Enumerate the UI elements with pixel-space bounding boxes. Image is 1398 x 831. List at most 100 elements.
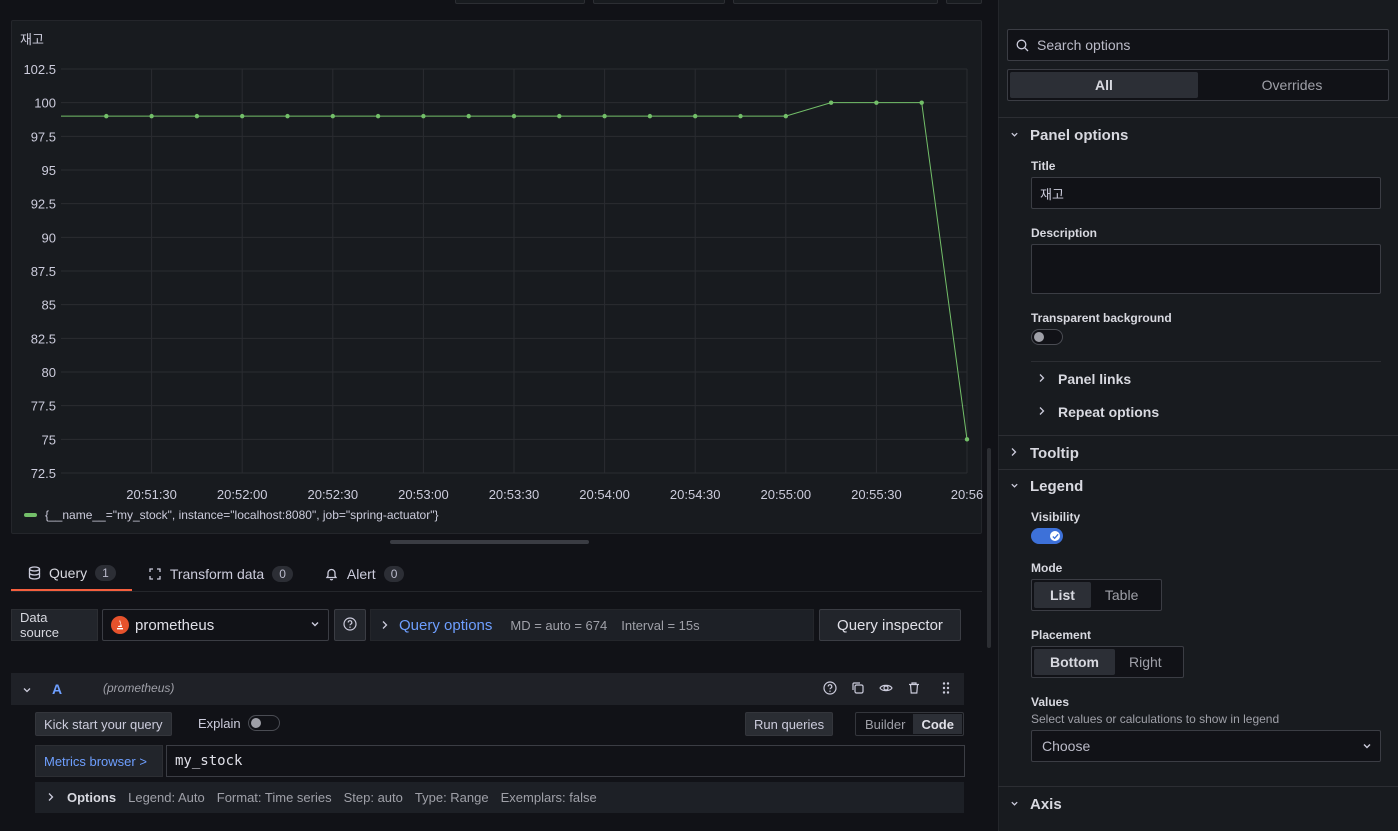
trash-icon[interactable]	[907, 681, 921, 700]
prometheus-logo-icon	[111, 616, 129, 634]
transparent-background-toggle[interactable]	[1031, 329, 1063, 345]
x-tick-label: 20:56	[951, 487, 983, 501]
data-point[interactable]	[330, 113, 335, 119]
placement-bottom-option[interactable]: Bottom	[1034, 649, 1115, 675]
query-ref-id[interactable]: A	[52, 681, 62, 697]
tab-alert[interactable]: Alert 0	[309, 556, 420, 592]
toolbar-fragment[interactable]	[946, 0, 982, 4]
kick-start-query-button[interactable]: Kick start your query	[35, 712, 172, 736]
metrics-browser-button[interactable]: Metrics browser >	[35, 745, 163, 777]
search-options-input[interactable]: Search options	[1007, 29, 1389, 61]
section-title: Axis	[1030, 796, 1062, 813]
y-tick-label: 75	[42, 432, 56, 447]
data-point[interactable]	[874, 100, 879, 105]
legend-header[interactable]: Legend	[1010, 478, 1083, 495]
option-format: Format: Time series	[216, 790, 332, 805]
data-point[interactable]	[693, 113, 698, 119]
search-placeholder: Search options	[1037, 37, 1131, 53]
data-point[interactable]	[375, 113, 381, 119]
data-point[interactable]	[285, 113, 290, 119]
chevron-down-icon[interactable]	[22, 682, 32, 700]
data-point[interactable]	[783, 113, 788, 119]
data-point[interactable]	[240, 113, 245, 119]
axis-header[interactable]: Axis	[1010, 796, 1062, 813]
chevron-right-icon	[47, 790, 55, 805]
data-point[interactable]	[194, 113, 200, 119]
mode-table-option[interactable]: Table	[1091, 582, 1152, 608]
builder-mode-option[interactable]: Builder	[857, 714, 913, 734]
drag-handle-icon[interactable]	[941, 681, 951, 700]
section-title: Legend	[1030, 478, 1084, 495]
placement-label: Placement	[1031, 628, 1092, 642]
duplicate-icon[interactable]	[851, 681, 865, 700]
code-mode-option[interactable]: Code	[913, 714, 962, 734]
query-inspector-button[interactable]: Query inspector	[819, 609, 961, 641]
repeat-options-header[interactable]: Repeat options	[1038, 404, 1159, 420]
panel-links-header[interactable]: Panel links	[1038, 371, 1131, 387]
all-options-tab[interactable]: All	[1010, 72, 1198, 98]
chevron-down-icon	[310, 619, 320, 632]
transparent-background-label: Transparent background	[1031, 311, 1172, 325]
description-textarea[interactable]	[1031, 244, 1381, 294]
query-options-bar[interactable]: Query options MD = auto = 674 Interval =…	[370, 609, 814, 641]
tab-label: Transform data	[169, 566, 265, 582]
chart-legend[interactable]: {__name__="my_stock", instance="localhos…	[24, 508, 438, 522]
data-point[interactable]	[511, 113, 517, 119]
explain-label: Explain	[198, 716, 241, 731]
data-point[interactable]	[828, 100, 834, 105]
option-exemplars: Exemplars: false	[500, 790, 597, 805]
y-tick-label: 85	[42, 298, 56, 313]
data-point[interactable]	[149, 113, 154, 119]
data-point[interactable]	[738, 113, 743, 119]
query-row-header[interactable]: A (prometheus)	[11, 673, 964, 705]
x-tick-label: 20:55:30	[851, 487, 902, 501]
help-icon	[343, 616, 357, 634]
data-point[interactable]	[964, 437, 970, 442]
visibility-label: Visibility	[1031, 510, 1081, 524]
data-source-picker[interactable]: prometheus	[102, 609, 329, 641]
data-point[interactable]	[647, 113, 653, 119]
divider	[998, 117, 1398, 118]
data-source-value: prometheus	[135, 616, 215, 634]
toolbar-fragment[interactable]	[593, 0, 725, 4]
title-input[interactable]: 재고	[1031, 177, 1381, 209]
query-options-row[interactable]: Options Legend: Auto Format: Time series…	[35, 782, 964, 813]
data-point[interactable]	[557, 113, 562, 119]
toolbar-fragment[interactable]	[733, 0, 938, 4]
data-source-help-button[interactable]	[334, 609, 366, 641]
promql-editor[interactable]: my_stock	[166, 745, 965, 777]
toolbar-fragment[interactable]	[455, 0, 585, 4]
panel-options-header[interactable]: Panel options	[1010, 127, 1128, 144]
scrollbar[interactable]	[987, 448, 991, 648]
section-title: Panel options	[1030, 127, 1129, 144]
time-series-chart[interactable]: 102.5 100 97.5 95 92.5 90 87.5 85 82.5 80 77.5 75 72…	[12, 21, 983, 501]
y-tick-label: 90	[42, 230, 56, 245]
data-point[interactable]	[919, 100, 924, 105]
data-point[interactable]	[602, 113, 607, 119]
data-point[interactable]	[104, 113, 109, 119]
data-point[interactable]	[466, 113, 471, 119]
tab-query[interactable]: Query 1	[11, 556, 132, 592]
pane-resize-handle[interactable]	[390, 540, 589, 544]
y-tick-label: 82.5	[31, 331, 56, 346]
chevron-down-icon	[1010, 481, 1018, 493]
data-point[interactable]	[421, 113, 426, 119]
mode-list-option[interactable]: List	[1034, 582, 1091, 608]
explain-toggle[interactable]	[248, 715, 280, 731]
help-icon[interactable]	[823, 681, 837, 700]
placement-right-option[interactable]: Right	[1115, 649, 1176, 675]
legend-values-select[interactable]: Choose	[1031, 730, 1381, 762]
tab-transform-data[interactable]: Transform data 0	[132, 556, 309, 592]
bell-icon	[325, 567, 339, 581]
eye-icon[interactable]	[879, 681, 893, 700]
title-label: Title	[1031, 159, 1056, 173]
overrides-tab[interactable]: Overrides	[1198, 72, 1386, 98]
y-tick-label: 87.5	[31, 264, 56, 279]
y-tick-label: 97.5	[31, 129, 56, 144]
values-label: Values	[1031, 695, 1070, 709]
legend-visibility-toggle[interactable]	[1031, 528, 1063, 544]
option-legend: Legend: Auto	[128, 790, 205, 805]
tooltip-header[interactable]: Tooltip	[1010, 445, 1079, 462]
run-queries-button[interactable]: Run queries	[745, 712, 834, 736]
x-tick-label: 20:53:00	[398, 487, 449, 501]
